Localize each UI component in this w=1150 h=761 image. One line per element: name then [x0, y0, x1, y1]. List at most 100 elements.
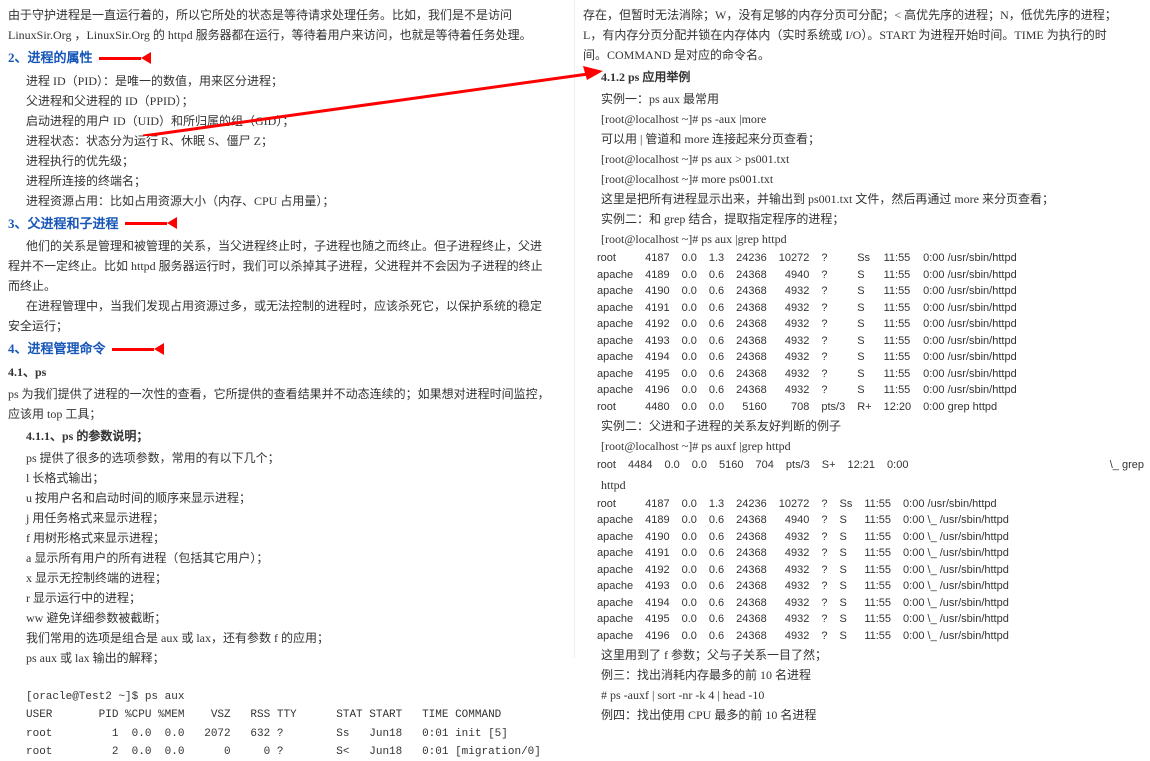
heading-text: 2、进程的属性 [8, 48, 93, 68]
table-cell: ? [815, 300, 851, 317]
table-cell: ? [815, 250, 851, 267]
table-cell: apache [591, 562, 639, 579]
text: 在进程管理中，当我们发现占用资源过多，或无法控制的进程时，应该杀死它，以保护系统… [8, 297, 566, 315]
table-row: apache41950.00.6243684932?S11:550:00 /us… [591, 366, 1023, 383]
table-cell: ? [815, 595, 833, 612]
table-cell: Ss [833, 496, 858, 513]
table-cell: 4190 [639, 283, 675, 300]
param: ww 避免详细参数被截断； [8, 609, 566, 627]
table-cell: apache [591, 628, 639, 645]
table-cell: S [851, 316, 877, 333]
table-cell: 11:55 [858, 611, 897, 628]
table-cell: 24368 [730, 267, 773, 284]
text: 实例二：和 grep 结合，提取指定程序的进程； [583, 210, 1142, 228]
heading-2: 2、进程的属性 [8, 48, 566, 68]
heading-3: 3、父进程和子进程 [8, 214, 566, 234]
table-cell: 4195 [639, 611, 675, 628]
text: 例四：找出使用 CPU 最多的前 10 名进程 [583, 706, 1142, 724]
heading-text: 3、父进程和子进程 [8, 214, 119, 234]
table-cell: 0:00 \_ /usr/sbin/httpd [897, 562, 1015, 579]
table-cell: root [591, 496, 639, 513]
table-cell: apache [591, 578, 639, 595]
table-cell: 0:00 /usr/sbin/httpd [917, 250, 1023, 267]
table-cell: 24368 [730, 382, 773, 399]
table-cell: 0.6 [703, 267, 730, 284]
table-cell: 0.0 [676, 611, 703, 628]
table-cell: 4932 [773, 333, 816, 350]
table-cell: 0.6 [703, 562, 730, 579]
table-cell: 4193 [639, 578, 675, 595]
table-cell: 0:00 /usr/sbin/httpd [917, 300, 1023, 317]
page-left: 由于守护进程是一直运行着的，所以它所处的状态是等待请求处理任务。比如，我们是不是… [0, 0, 575, 658]
cmd: [root@localhost ~]# more ps001.txt [583, 170, 1142, 188]
table-cell: 0.0 [676, 562, 703, 579]
table-cell: 12:20 [878, 399, 918, 416]
param: f 用树形格式来显示进程； [8, 529, 566, 547]
table-cell: 24368 [730, 366, 773, 383]
table-cell: 0:00 /usr/sbin/httpd [917, 366, 1023, 383]
text: 安全运行； [8, 317, 566, 335]
table-cell: 4190 [639, 529, 675, 546]
table-cell: 1.3 [703, 496, 730, 513]
process-table-1: root41870.01.32423610272?Ss11:550:00 /us… [591, 250, 1023, 415]
table-cell: 4932 [773, 529, 816, 546]
table-cell: 11:55 [878, 382, 918, 399]
table-cell: ? [815, 529, 833, 546]
table-cell: apache [591, 611, 639, 628]
table-cell: 708 [773, 399, 816, 416]
table-cell: 0.6 [703, 578, 730, 595]
table-cell: 4940 [773, 267, 816, 284]
table-cell: 11:55 [858, 529, 897, 546]
attr: 进程资源占用：比如占用资源大小（内存、CPU 占用量）； [8, 192, 566, 210]
table-cell: 4189 [639, 267, 675, 284]
table-cell: 0:00 \_ /usr/sbin/httpd [897, 611, 1015, 628]
table-cell: ? [815, 349, 851, 366]
cmd: [root@localhost ~]# ps aux > ps001.txt [583, 150, 1142, 168]
table-cell: 12:21 [842, 457, 882, 474]
table-cell: 11:55 [858, 628, 897, 645]
table-cell: apache [591, 366, 639, 383]
code: root 2 0.0 0.0 0 0 ? S< Jun18 0:01 [migr… [8, 744, 566, 761]
text: 程并不一定终止。比如 httpd 服务器运行时，我们可以杀掉其子进程，父进程并不… [8, 257, 566, 275]
text: 例三：找出消耗内存最多的前 10 名进程 [583, 666, 1142, 684]
heading-4-1: 4.1、ps [8, 363, 566, 381]
table-cell: 4932 [773, 316, 816, 333]
table-row: apache41950.00.6243684932?S11:550:00 \_ … [591, 611, 1015, 628]
table-row: apache41900.00.6243684932?S11:550:00 \_ … [591, 529, 1015, 546]
table-cell: 0.6 [703, 349, 730, 366]
attr: 进程执行的优先级； [8, 152, 566, 170]
table-cell: root [591, 250, 639, 267]
table-cell: 0:00 /usr/sbin/httpd [917, 333, 1023, 350]
table-cell: 11:55 [858, 595, 897, 612]
table-cell: 4480 [639, 399, 675, 416]
table-cell: 11:55 [878, 300, 918, 317]
table-cell: 4189 [639, 512, 675, 529]
table-cell: 11:55 [858, 512, 897, 529]
table-cell: apache [591, 316, 639, 333]
table-cell: 24236 [730, 496, 773, 513]
table-row: apache41960.00.6243684932?S11:550:00 /us… [591, 382, 1023, 399]
code: root 1 0.0 0.0 2072 632 ? Ss Jun18 0:01 … [8, 726, 566, 743]
text: LinuxSir.Org ，LinuxSir.Org 的 httpd 服务器都在… [8, 26, 566, 44]
table-row: apache41920.00.6243684932?S11:550:00 \_ … [591, 562, 1015, 579]
table-cell: 11:55 [878, 366, 918, 383]
table-cell: 0:00 \_ /usr/sbin/httpd [897, 595, 1015, 612]
table-cell: 0.0 [676, 349, 703, 366]
table-cell: 4932 [773, 300, 816, 317]
table-cell: 24368 [730, 512, 773, 529]
table-cell: 0.0 [676, 283, 703, 300]
table-cell: 0.0 [676, 366, 703, 383]
table-cell: 24368 [730, 349, 773, 366]
heading-text: 4.1、ps [8, 363, 46, 381]
param: a 显示所有用户的所有进程（包括其它用户）； [8, 549, 566, 567]
table-cell: 0.6 [703, 300, 730, 317]
table-cell: S [851, 349, 877, 366]
param: j 用任务格式来显示进程； [8, 509, 566, 527]
param: r 显示运行中的进程； [8, 589, 566, 607]
table-cell: 0:00 grep httpd [917, 399, 1023, 416]
page-right: 存在，但暂时无法消除；W，没有足够的内存分页可分配；< 高优先序的进程；N，低优… [575, 0, 1150, 658]
attr: 启动进程的用户 ID（UID）和所归属的组（GID）； [8, 112, 566, 130]
table-cell: S [833, 529, 858, 546]
table-cell: 11:55 [878, 283, 918, 300]
table-cell: ? [815, 628, 833, 645]
